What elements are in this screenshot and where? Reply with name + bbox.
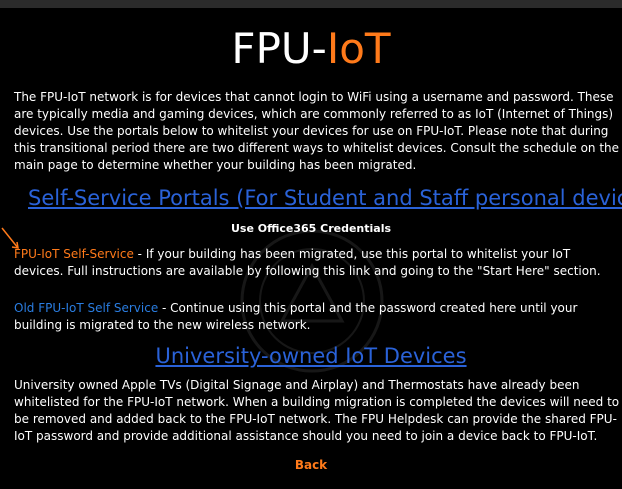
page-title-accent: IoT [326,24,391,73]
new-portal-paragraph: FPU-IoT Self-Service - If your building … [14,246,620,280]
old-fpu-iot-self-service-link[interactable]: Old FPU-IoT Self Service [14,301,158,315]
self-service-portals-link[interactable]: Self-Service Portals (For Student and St… [28,185,622,211]
university-devices-paragraph: University owned Apple TVs (Digital Sign… [14,378,620,443]
fpu-iot-self-service-link[interactable]: FPU-IoT Self-Service [14,247,134,261]
page-title: FPU-IoT [0,24,622,74]
page-title-main: FPU- [231,24,327,73]
back-link[interactable]: Back [0,457,622,473]
browser-top-strip [0,0,622,8]
university-owned-devices-link[interactable]: University-owned IoT Devices [0,343,622,369]
credentials-note: Use Office365 Credentials [230,222,392,235]
old-portal-paragraph: Old FPU-IoT Self Service - Continue usin… [14,300,620,334]
intro-paragraph: The FPU-IoT network is for devices that … [14,90,620,172]
page-frame: FPU-IoT The FPU-IoT network is for devic… [0,0,622,489]
